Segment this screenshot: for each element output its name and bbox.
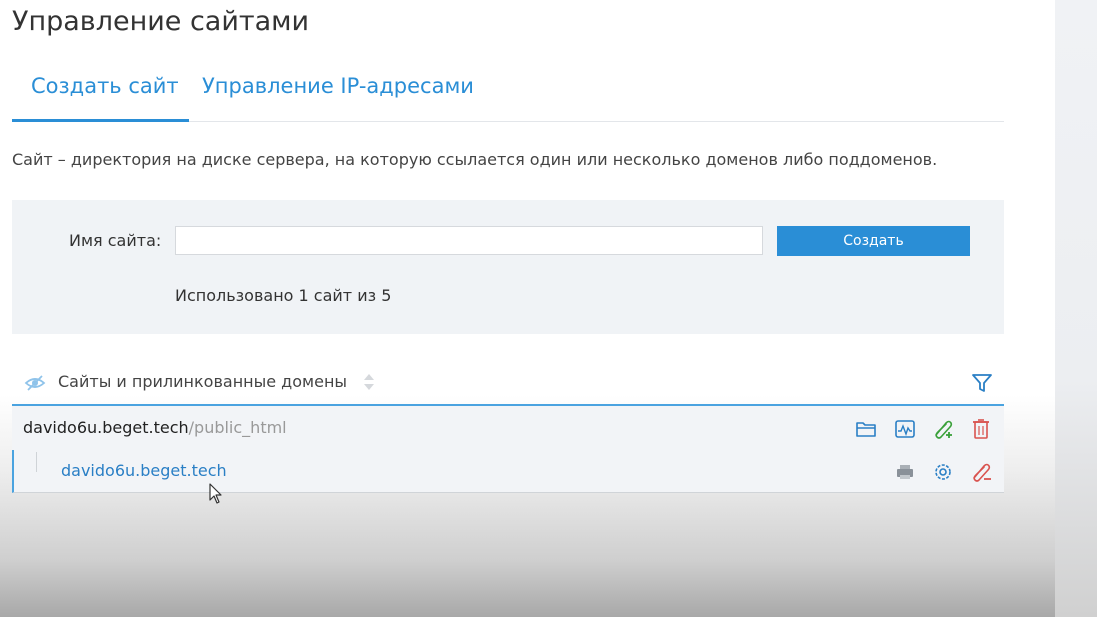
- settings-icon[interactable]: [932, 461, 954, 483]
- unlink-icon[interactable]: [970, 461, 992, 483]
- folder-icon[interactable]: [855, 418, 877, 440]
- filter-icon[interactable]: [971, 372, 993, 394]
- tree-connector: [36, 452, 37, 472]
- site-host: davido6u.beget.tech: [23, 418, 189, 437]
- sites-list-header: Сайты и прилинкованные домены: [12, 362, 1004, 406]
- site-row[interactable]: davido6u.beget.tech/public_html: [12, 406, 1004, 450]
- eye-icon[interactable]: [24, 374, 46, 392]
- tab-bar: Создать сайт Управление IP-адресами: [12, 64, 1004, 122]
- page-title: Управление сайтами: [12, 6, 310, 37]
- site-directory: /public_html: [188, 418, 287, 437]
- usage-counter: Использовано 1 сайт из 5: [175, 286, 392, 305]
- mouse-cursor-icon: [209, 483, 222, 504]
- tab-manage-ip[interactable]: Управление IP-адресами: [202, 74, 474, 98]
- add-link-icon[interactable]: [932, 418, 954, 440]
- active-tab-indicator: [12, 119, 189, 122]
- delete-icon[interactable]: [970, 418, 992, 440]
- sort-icon[interactable]: [363, 373, 375, 391]
- domain-row[interactable]: davido6u.beget.tech: [12, 450, 1004, 493]
- printer-icon[interactable]: [894, 461, 916, 483]
- sites-list-title: Сайты и прилинкованные домены: [58, 372, 348, 391]
- create-site-form: Имя сайта: Создать Использовано 1 сайт и…: [12, 200, 1004, 334]
- page-description: Сайт – директория на диске сервера, на к…: [12, 150, 938, 169]
- create-button[interactable]: Создать: [777, 226, 970, 256]
- domain-link[interactable]: davido6u.beget.tech: [61, 461, 227, 480]
- site-name-input[interactable]: [175, 226, 763, 255]
- tab-create-site[interactable]: Создать сайт: [31, 74, 179, 98]
- stats-icon[interactable]: [894, 418, 916, 440]
- site-path: davido6u.beget.tech/public_html: [23, 418, 287, 437]
- right-side-panel: [1055, 0, 1097, 617]
- site-name-label: Имя сайта:: [69, 231, 162, 250]
